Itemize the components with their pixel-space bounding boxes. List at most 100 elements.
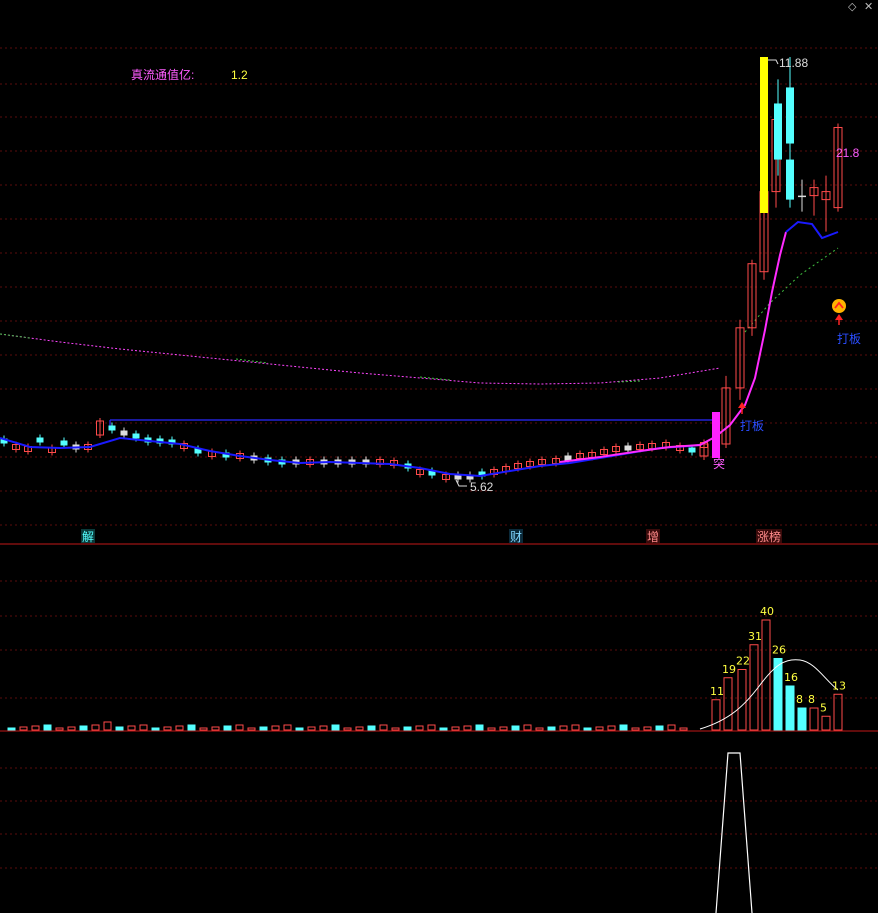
candle-body: [786, 87, 794, 144]
target-price-label: 21.8: [836, 146, 860, 160]
volume-bar-recent: [723, 677, 733, 731]
volume-bar: [307, 726, 316, 731]
breakout-bar-magenta: [712, 412, 720, 458]
volume-label: 13: [832, 679, 846, 692]
grid-lines: [0, 47, 878, 869]
candle-body: [798, 195, 806, 198]
volume-bar: [427, 724, 436, 731]
volume-bar-recent: [797, 707, 807, 731]
volume-bar: [403, 726, 412, 731]
volume-bar-recent: [821, 715, 831, 731]
candle-body: [36, 437, 44, 443]
volume-bar: [619, 724, 628, 731]
candle-body: [108, 425, 116, 431]
volume-bar: [283, 724, 292, 731]
volume-bar: [331, 724, 340, 731]
volume-bar: [583, 727, 592, 731]
event-tag-cai: 财: [510, 530, 522, 544]
volume-bar: [547, 726, 556, 731]
volume-bar: [475, 724, 484, 731]
volume-bar: [43, 724, 52, 731]
volume-label: 26: [772, 644, 786, 657]
ma-line-top: [785, 220, 839, 240]
volume-bar: [163, 726, 172, 731]
volume-bar: [91, 724, 100, 731]
volume-bar: [7, 727, 16, 731]
signal-daban-label-1: 打板: [740, 419, 764, 433]
candle-body: [120, 430, 128, 436]
event-tag-jie: 解: [82, 530, 94, 544]
volume-bars: [7, 619, 843, 731]
volume-bar: [571, 724, 580, 731]
volume-bar: [175, 725, 184, 731]
long-moving-average: [0, 247, 839, 385]
signal-daban-label-2: 打板: [837, 332, 861, 346]
volume-label: 22: [736, 655, 750, 668]
volume-bar-recent: [785, 685, 795, 731]
volume-bar: [511, 725, 520, 731]
volume-bar: [391, 727, 400, 731]
volume-bar: [127, 725, 136, 731]
volume-bar: [223, 725, 232, 731]
volume-bar: [367, 725, 376, 731]
volume-label: 5: [820, 701, 827, 714]
candle-body: [774, 103, 782, 160]
long-ma-path: [0, 333, 721, 385]
signal-tu-label: 突: [713, 456, 725, 471]
volume-bar: [655, 725, 664, 731]
volume-bar: [487, 727, 496, 731]
high-marker-line: [768, 59, 779, 65]
volume-bar: [595, 726, 604, 731]
volume-bar: [67, 726, 76, 731]
candle-body: [132, 433, 140, 439]
volume-bar-recent: [773, 658, 783, 731]
volume-bar: [463, 725, 472, 731]
volume-bar: [199, 727, 208, 731]
high-price-label: 11.88: [779, 56, 808, 70]
volume-bar: [523, 724, 532, 731]
volume-label: 8: [796, 693, 803, 706]
volume-bar: [667, 724, 676, 731]
float-cap-label: 真流通值亿:: [131, 67, 194, 82]
volume-bar: [211, 726, 220, 731]
volume-label: 16: [784, 671, 798, 684]
volume-bar: [247, 727, 256, 731]
volume-bar: [415, 725, 424, 731]
volume-bar: [103, 721, 112, 731]
candle-body: [60, 440, 68, 446]
volume-bar: [643, 726, 652, 731]
volume-label: 11: [710, 685, 724, 698]
volume-bar-recent: [833, 693, 843, 731]
candle-body: [624, 445, 632, 451]
volume-bar-recent: [749, 644, 759, 731]
volume-bar: [151, 727, 160, 731]
volume-bar-recent: [711, 699, 721, 731]
volume-bar: [55, 727, 64, 731]
volume-label: 40: [760, 605, 774, 618]
volume-bar: [499, 726, 508, 731]
volume-bar: [259, 726, 268, 731]
volume-bar: [19, 726, 28, 731]
volume-bar: [187, 724, 196, 731]
candle-body: [786, 159, 794, 200]
volume-bar: [319, 725, 328, 731]
volume-bar: [31, 725, 40, 731]
volume-bar: [115, 726, 124, 731]
stock-chart: 真流通值亿: 1.2 11.88 5.62 21.8 突 打板 打板 解 财 增…: [0, 47, 878, 913]
candle-body: [688, 447, 696, 453]
volume-bar: [439, 727, 448, 731]
volume-bar-recent: [761, 619, 771, 731]
volume-bar: [79, 725, 88, 731]
low-price-label: 5.62: [470, 480, 494, 494]
volume-bar: [379, 724, 388, 731]
volume-bar: [607, 725, 616, 731]
volume-bar: [271, 725, 280, 731]
volume-label: 8: [808, 693, 815, 706]
event-tag-zeng: 增: [647, 530, 659, 544]
event-tag-zhangbang: 涨榜: [757, 529, 781, 544]
float-cap-value: 1.2: [231, 68, 248, 82]
volume-bar: [679, 727, 688, 731]
volume-bar: [631, 727, 640, 731]
volume-bar: [535, 727, 544, 731]
volume-bar: [139, 724, 148, 731]
